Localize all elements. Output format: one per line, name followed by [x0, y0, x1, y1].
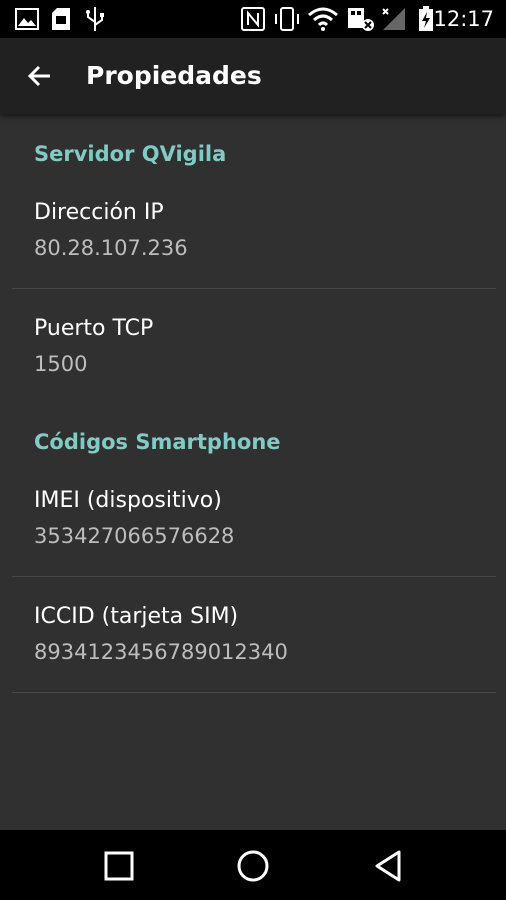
section-header-codes: Códigos Smartphone [34, 430, 281, 454]
usb-icon [84, 6, 106, 32]
image-icon [14, 6, 40, 32]
pref-iccid[interactable]: ICCID (tarjeta SIM) 8934123456789012340 [0, 590, 506, 690]
signal-icon [380, 6, 410, 32]
section-header-server: Servidor QVigila [34, 142, 227, 166]
pref-title: IMEI (dispositivo) [34, 488, 222, 513]
status-bar: 12:17 [0, 0, 506, 38]
pref-ip-address[interactable]: Dirección IP 80.28.107.236 [0, 188, 506, 288]
nfc-icon [240, 6, 266, 32]
divider [12, 576, 496, 577]
status-time: 12:17 [433, 7, 494, 31]
home-circle-icon[interactable] [233, 846, 273, 886]
sd-card-icon [50, 6, 72, 32]
app-toolbar: Propiedades [0, 38, 506, 114]
pref-tcp-port[interactable]: Puerto TCP 1500 [0, 302, 506, 392]
wifi-icon [306, 6, 340, 32]
pref-summary: 1500 [34, 352, 88, 376]
recents-square-icon[interactable] [99, 846, 139, 886]
arrow-back-icon[interactable] [24, 60, 56, 92]
vibrate-icon [274, 6, 300, 32]
divider [12, 288, 496, 289]
pref-title: Puerto TCP [34, 316, 154, 341]
data-off-icon [346, 6, 376, 32]
pref-imei[interactable]: IMEI (dispositivo) 353427066576628 [0, 476, 506, 576]
navigation-bar [0, 830, 506, 900]
back-triangle-icon[interactable] [368, 846, 408, 886]
divider [12, 692, 496, 693]
pref-summary: 8934123456789012340 [34, 640, 288, 664]
pref-summary: 353427066576628 [34, 524, 235, 548]
pref-title: ICCID (tarjeta SIM) [34, 604, 239, 629]
pref-summary: 80.28.107.236 [34, 236, 188, 260]
pref-title: Dirección IP [34, 200, 164, 225]
page-title: Propiedades [86, 61, 262, 90]
